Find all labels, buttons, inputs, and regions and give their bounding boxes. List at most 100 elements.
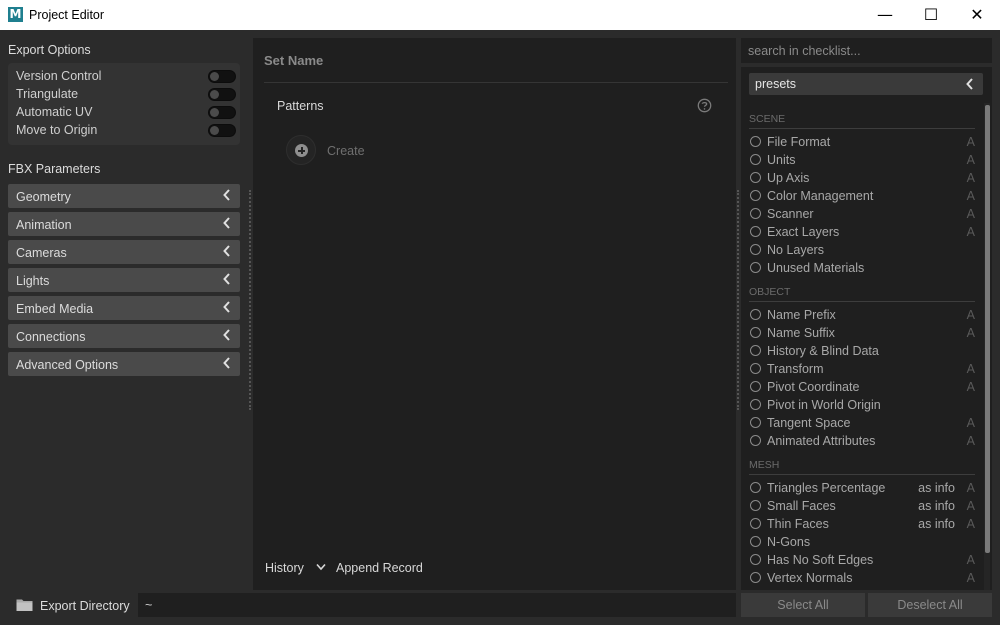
check-item-label: Pivot Coordinate <box>767 380 860 394</box>
radio-icon[interactable] <box>750 518 761 529</box>
radio-icon[interactable] <box>750 381 761 392</box>
fbx-geometry-button[interactable]: Geometry <box>8 184 240 208</box>
minimize-button[interactable]: — <box>862 0 908 30</box>
radio-icon[interactable] <box>750 482 761 493</box>
chevron-left-icon <box>223 357 230 369</box>
check-item-pivot-coordinate[interactable]: Pivot Coordinate A <box>749 378 975 396</box>
check-item-label: Vertex Normals <box>767 571 853 585</box>
chevron-down-icon[interactable] <box>315 561 327 573</box>
check-item-info: as info <box>918 517 955 531</box>
export-directory-input[interactable] <box>138 593 736 617</box>
left-splitter-handle[interactable] <box>249 190 251 410</box>
check-item-triangles-percentage[interactable]: Triangles Percentage as info A <box>749 479 975 497</box>
radio-icon[interactable] <box>750 554 761 565</box>
check-item-label: No Layers <box>767 243 824 257</box>
check-item-unused-materials[interactable]: Unused Materials <box>749 259 975 277</box>
append-record-button[interactable]: Append Record <box>336 561 423 575</box>
presets-dropdown[interactable]: presets <box>749 73 983 95</box>
app-logo-icon: M <box>8 7 23 22</box>
radio-icon[interactable] <box>750 435 761 446</box>
radio-icon[interactable] <box>750 154 761 165</box>
check-item-label: History & Blind Data <box>767 344 879 358</box>
fbx-animation-button[interactable]: Animation <box>8 212 240 236</box>
radio-icon[interactable] <box>750 190 761 201</box>
check-item-flag: A <box>966 553 975 567</box>
check-item-flag: A <box>966 225 975 239</box>
maximize-button[interactable]: ☐ <box>908 0 954 30</box>
checklist-scrollbar-thumb[interactable] <box>985 105 990 553</box>
radio-icon[interactable] <box>750 363 761 374</box>
check-item-flag: A <box>966 434 975 448</box>
check-item-flag: A <box>966 416 975 430</box>
check-item-label: Up Axis <box>767 171 810 185</box>
radio-icon[interactable] <box>750 244 761 255</box>
check-item-name-prefix[interactable]: Name Prefix A <box>749 306 975 324</box>
checklist-search-input[interactable] <box>741 38 992 63</box>
automatic-uv-toggle[interactable] <box>208 106 236 119</box>
select-all-button[interactable]: Select All <box>741 593 865 617</box>
check-item-thin-faces[interactable]: Thin Faces as info A <box>749 515 975 533</box>
radio-icon[interactable] <box>750 136 761 147</box>
check-item-exact-layers[interactable]: Exact Layers A <box>749 223 975 241</box>
check-item-name-suffix[interactable]: Name Suffix A <box>749 324 975 342</box>
check-item-up-axis[interactable]: Up Axis A <box>749 169 975 187</box>
check-item-no-soft-edges[interactable]: Has No Soft Edges A <box>749 551 975 569</box>
create-label[interactable]: Create <box>327 144 365 158</box>
history-label: History <box>265 561 304 575</box>
check-item-n-gons[interactable]: N-Gons <box>749 533 975 551</box>
radio-icon[interactable] <box>750 572 761 583</box>
check-item-no-layers[interactable]: No Layers <box>749 241 975 259</box>
check-item-pivot-world-origin[interactable]: Pivot in World Origin <box>749 396 975 414</box>
check-item-label: File Format <box>767 135 831 149</box>
radio-icon[interactable] <box>750 327 761 338</box>
check-item-animated-attributes[interactable]: Animated Attributes A <box>749 432 975 450</box>
check-item-history-blind-data[interactable]: History & Blind Data <box>749 342 975 360</box>
fbx-embed-media-button[interactable]: Embed Media <box>8 296 240 320</box>
folder-icon[interactable] <box>16 598 33 612</box>
check-item-units[interactable]: Units A <box>749 151 975 169</box>
radio-icon[interactable] <box>750 500 761 511</box>
radio-icon[interactable] <box>750 172 761 183</box>
help-icon[interactable] <box>697 98 712 113</box>
check-item-flag: A <box>966 362 975 376</box>
chevron-left-icon <box>223 273 230 285</box>
close-button[interactable]: ✕ <box>954 0 1000 30</box>
check-item-label: Exact Layers <box>767 225 840 239</box>
check-item-label: Transform <box>767 362 824 376</box>
check-item-flag: A <box>966 135 975 149</box>
check-item-vertex-normals[interactable]: Vertex Normals A <box>749 569 975 587</box>
radio-icon[interactable] <box>750 345 761 356</box>
deselect-all-button[interactable]: Deselect All <box>868 593 992 617</box>
version-control-toggle[interactable] <box>208 70 236 83</box>
radio-icon[interactable] <box>750 309 761 320</box>
fbx-cameras-button[interactable]: Cameras <box>8 240 240 264</box>
radio-icon[interactable] <box>750 226 761 237</box>
check-item-small-faces[interactable]: Small Faces as info A <box>749 497 975 515</box>
chevron-left-icon <box>223 189 230 201</box>
fbx-item-label: Advanced Options <box>16 358 119 372</box>
check-item-file-format[interactable]: File Format A <box>749 133 975 151</box>
check-item-tangent-space[interactable]: Tangent Space A <box>749 414 975 432</box>
check-item-transform[interactable]: Transform A <box>749 360 975 378</box>
radio-icon[interactable] <box>750 208 761 219</box>
fbx-connections-button[interactable]: Connections <box>8 324 240 348</box>
set-name-field[interactable]: Set Name <box>264 53 323 68</box>
option-label: Move to Origin <box>16 123 98 137</box>
option-label: Version Control <box>16 69 102 83</box>
radio-icon[interactable] <box>750 262 761 273</box>
check-item-scanner[interactable]: Scanner A <box>749 205 975 223</box>
check-item-color-management[interactable]: Color Management A <box>749 187 975 205</box>
fbx-lights-button[interactable]: Lights <box>8 268 240 292</box>
check-item-label: Unused Materials <box>767 261 865 275</box>
right-splitter-handle[interactable] <box>737 190 739 410</box>
check-item-flag: A <box>966 207 975 221</box>
check-item-flag: A <box>966 481 975 495</box>
create-pattern-button[interactable] <box>286 135 316 165</box>
radio-icon[interactable] <box>750 536 761 547</box>
triangulate-toggle[interactable] <box>208 88 236 101</box>
radio-icon[interactable] <box>750 399 761 410</box>
chevron-left-icon <box>223 217 230 229</box>
radio-icon[interactable] <box>750 417 761 428</box>
move-to-origin-toggle[interactable] <box>208 124 236 137</box>
fbx-advanced-options-button[interactable]: Advanced Options <box>8 352 240 376</box>
